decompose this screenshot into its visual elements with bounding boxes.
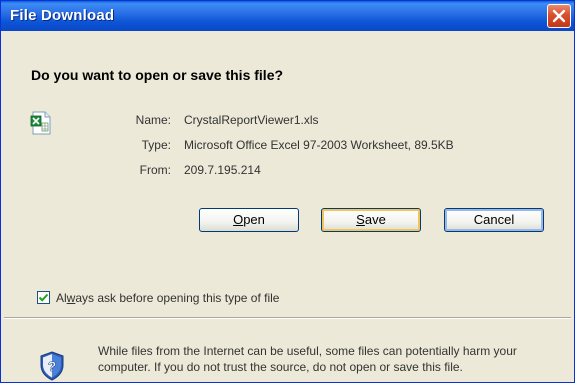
dialog-content: Do you want to open or save this file? N… xyxy=(4,31,571,381)
cancel-button[interactable]: Cancel xyxy=(444,208,544,232)
file-type-value: Microsoft Office Excel 97-2003 Worksheet… xyxy=(184,138,454,152)
name-label: Name: xyxy=(135,113,171,127)
file-source-value: 209.7.195.214 xyxy=(184,163,261,177)
open-button[interactable]: Open xyxy=(199,208,299,232)
always-ask-label[interactable]: Always ask before opening this type of f… xyxy=(56,291,279,305)
from-label: From: xyxy=(139,163,171,177)
checkmark-icon xyxy=(38,293,49,302)
excel-file-icon xyxy=(30,111,51,135)
security-shield-icon: ? xyxy=(40,351,64,381)
file-download-dialog: File Download Do you want to open or sav… xyxy=(0,0,575,383)
save-button[interactable]: Save xyxy=(321,208,421,232)
file-name-value: CrystalReportViewer1.xls xyxy=(184,113,319,127)
close-icon xyxy=(552,9,566,23)
always-ask-checkbox[interactable] xyxy=(37,291,50,304)
close-button[interactable] xyxy=(547,4,571,28)
security-warning-text: While files from the Internet can be use… xyxy=(98,344,517,374)
svg-text:?: ? xyxy=(48,358,57,374)
title-bar[interactable]: File Download xyxy=(1,1,574,31)
separator xyxy=(4,317,571,319)
window-title: File Download xyxy=(10,7,115,24)
type-label: Type: xyxy=(141,138,171,152)
dialog-question: Do you want to open or save this file? xyxy=(31,67,284,83)
